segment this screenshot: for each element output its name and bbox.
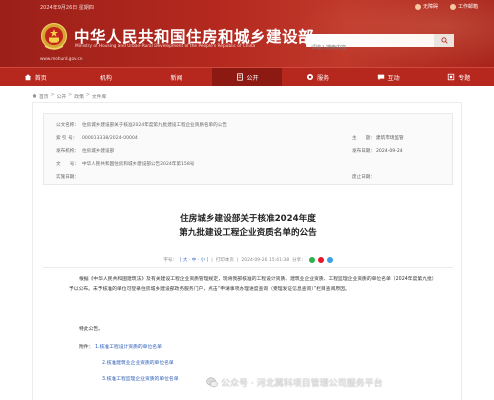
info-value: 2024-09-24: [376, 149, 403, 154]
info-row-doc-number: 文 号： 中华人民共和国住房和城乡建设部公告2024年第158号: [56, 161, 194, 167]
nav-item-service[interactable]: 服务: [282, 68, 353, 86]
font-size-label: 字号：: [163, 258, 177, 263]
info-value: 000013338/2024-00004: [82, 136, 138, 141]
nav-item-public[interactable]: 公开: [211, 68, 283, 86]
info-row-subject: 主 题：建筑市场监管: [352, 135, 404, 141]
nav-label-interaction: 互动: [387, 74, 400, 82]
info-label: 实施日期：: [56, 175, 79, 180]
watermark-text: 公众号 · 河北冀科项目管理公司服务平台: [221, 379, 383, 389]
attachment-row-2: 2.核准建筑业企业资质的单位名单: [102, 359, 472, 369]
top-links: 无障碍 工作邮箱: [414, 3, 478, 10]
font-size-switcher[interactable]: [ 大 · 中 · 小 ]: [180, 257, 208, 263]
site-header: 2024年9月26日 星期四 无障碍 工作邮箱 中华人民共和国住房和城乡建设部 …: [0, 0, 494, 67]
share-label: 分享：: [292, 258, 306, 263]
info-label: 索 引 号：: [56, 136, 78, 141]
search-box: [306, 34, 454, 55]
email-icon: [449, 3, 456, 10]
work-email-label: 工作邮箱: [457, 4, 478, 10]
nav-label-service: 服务: [317, 74, 330, 82]
breadcrumb-home[interactable]: 首页: [39, 93, 49, 100]
attachment-link-1[interactable]: 1.核准工程设计资质的单位名单: [95, 345, 162, 350]
document-title-line2: 第九批建设工程企业资质名单的公告: [179, 228, 317, 238]
content-card: 公文名称： 住房城乡建设部关于核准2024年度第九批建设工程企业资质名单的公告 索…: [32, 102, 462, 400]
home-icon: [24, 74, 31, 81]
document-icon: [236, 73, 243, 81]
info-row-title: 公文名称： 住房城乡建设部关于核准2024年度第九批建设工程企业资质名单的公告: [56, 122, 227, 128]
body-paragraph-1: 根据《中华人民共和国建筑法》及有关建设工程企业资质管理规定，现将我部核准的工程设…: [69, 277, 437, 292]
chat-icon: [377, 74, 384, 81]
breadcrumb-public[interactable]: 公开: [57, 93, 67, 100]
body-paragraph-2: 特此公告。: [79, 327, 103, 332]
nav-item-news[interactable]: 新闻: [141, 68, 212, 86]
info-row-index: 索 引 号： 000013338/2024-00004: [56, 135, 138, 141]
top-bar: 2024年9月26日 星期四 无障碍 工作邮箱: [0, 0, 494, 16]
nav-label-organization: 机构: [99, 74, 112, 82]
wechat-icon: [206, 377, 218, 388]
info-label: 文 号：: [56, 162, 79, 167]
document-info-table: 公文名称： 住房城乡建设部关于核准2024年度第九批建设工程企业资质名单的公告 索…: [43, 113, 453, 185]
site-url: www.mohurd.gov.cn: [40, 56, 83, 61]
nav-label-public: 公开: [246, 74, 259, 82]
site-subtitle: Ministry of Housing and Urban-Rural Deve…: [75, 44, 256, 49]
topic-icon: [448, 73, 455, 81]
breadcrumb-home-icon: [32, 93, 37, 98]
info-label: 发布机构：: [56, 149, 79, 154]
publish-datetime: 2024-09-26 15:41:38: [241, 257, 290, 263]
search-button[interactable]: [434, 34, 454, 47]
info-value: 建筑市场监管: [376, 136, 404, 141]
breadcrumb-policy[interactable]: 政策: [74, 93, 84, 100]
search-input[interactable]: [306, 41, 434, 55]
weibo-share-icon[interactable]: [317, 257, 324, 263]
watermark: 公众号 · 河北冀科项目管理公司服务平台: [206, 376, 383, 389]
info-value: 中华人民共和国住房和城乡建设部公告2024年第158号: [82, 162, 195, 167]
info-value: 住房城乡建设部: [82, 149, 115, 154]
current-date: 2024年9月26日 星期四: [40, 5, 94, 11]
nav-item-topics[interactable]: 专题: [423, 68, 494, 86]
info-row-effective-date: 实施日期：: [56, 174, 82, 180]
info-row-publish-date: 发布日期：2024-09-24: [352, 148, 403, 154]
breadcrumb: 首页 > 公开 > 政策 > 文件库: [32, 93, 106, 100]
accessibility-icon: [414, 3, 421, 10]
info-label: 发布日期：: [352, 149, 375, 154]
attachment-link-2[interactable]: 2.核准建筑业企业资质的单位名单: [102, 361, 174, 366]
service-icon: [307, 73, 314, 81]
search-icon: [440, 37, 448, 44]
accessibility-label: 无障碍: [422, 4, 438, 10]
info-row-issuer: 发布机构： 住房城乡建设部: [56, 148, 114, 154]
info-row-repeal-date: 废止日期：: [352, 174, 376, 180]
breadcrumb-separator: >: [85, 93, 90, 98]
nav-label-topics: 专题: [458, 74, 471, 82]
attachment-label: 附件：: [79, 345, 94, 350]
main-nav: 首页 机构 新闻 公开 服务 互动 专题: [0, 67, 494, 86]
accessibility-link[interactable]: 无障碍: [414, 3, 438, 10]
meta-separator: |: [236, 257, 239, 263]
nav-label-home: 首页: [34, 74, 47, 82]
national-emblem-logo[interactable]: [40, 22, 68, 52]
info-value: 住房城乡建设部关于核准2024年度第九批建设工程企业资质名单的公告: [82, 123, 227, 128]
attachment-row-1: 附件： 1.核准工程设计资质的单位名单: [79, 343, 449, 353]
work-email-link[interactable]: 工作邮箱: [449, 3, 478, 10]
nav-item-organization[interactable]: 机构: [71, 68, 142, 86]
document-meta: 字号： [ 大 · 中 · 小 ] | 打印本页 | 2024-09-26 15…: [33, 257, 463, 263]
info-label: 公文名称：: [56, 123, 79, 128]
breadcrumb-separator: >: [50, 93, 55, 98]
meta-separator: |: [211, 257, 213, 263]
breadcrumb-separator: >: [68, 93, 73, 98]
nav-label-news: 新闻: [170, 74, 183, 82]
qq-share-icon[interactable]: [326, 257, 333, 263]
attachment-link-3[interactable]: 3.核准工程监理企业资质的单位名单: [102, 377, 179, 382]
print-button[interactable]: 打印本页: [216, 257, 234, 263]
wechat-share-icon[interactable]: [308, 257, 315, 263]
breadcrumb-file-library[interactable]: 文件库: [92, 93, 106, 100]
nav-item-home[interactable]: 首页: [0, 68, 71, 86]
info-label: 废止日期：: [352, 175, 375, 180]
document-title-line1: 住房城乡建设部关于核准2024年度: [180, 214, 316, 224]
info-label: 主 题：: [352, 136, 375, 141]
nav-item-interaction[interactable]: 互动: [353, 68, 424, 86]
divider: [43, 267, 453, 268]
